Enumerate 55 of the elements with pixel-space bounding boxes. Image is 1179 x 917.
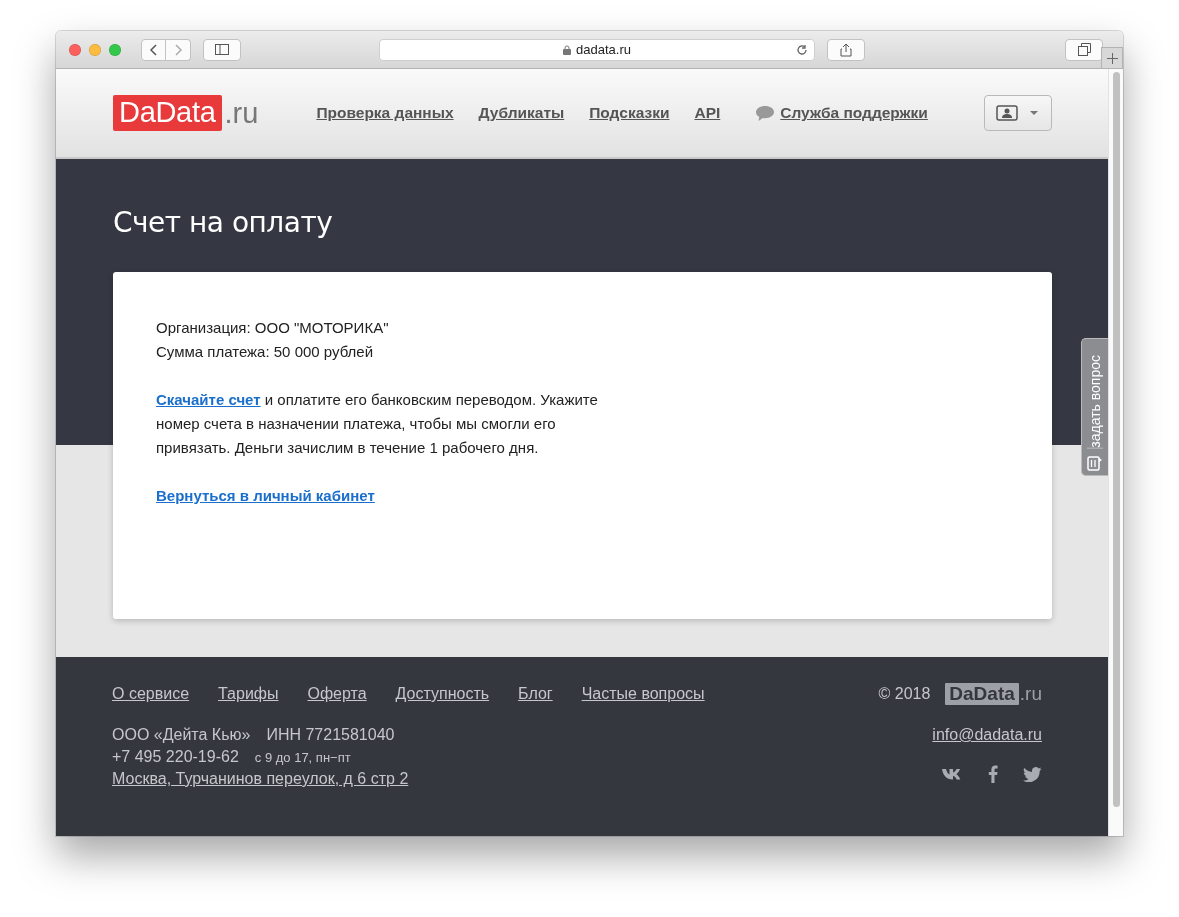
- download-invoice-link[interactable]: Скачайте счет: [156, 391, 261, 408]
- sidebar-button[interactable]: [203, 38, 241, 61]
- sidebar-icon: [215, 44, 229, 55]
- nav-link[interactable]: Подсказки: [589, 104, 670, 122]
- logo-suffix: .ru: [224, 96, 259, 130]
- back-to-account-link[interactable]: Вернуться в личный кабинет: [156, 487, 375, 504]
- address-bar[interactable]: dadata.ru: [379, 38, 815, 61]
- footer-link[interactable]: О сервисе: [112, 685, 190, 703]
- window-control-icon[interactable]: [109, 43, 121, 56]
- footer-link[interactable]: Тарифы: [218, 685, 279, 703]
- info-line: Организация: ООО "МОТОРИКА": [156, 318, 390, 338]
- footer-link[interactable]: Оферта: [307, 685, 367, 703]
- footer-link[interactable]: Частые вопросы: [581, 685, 705, 703]
- bird-icon[interactable]: [1023, 766, 1042, 782]
- info-line: Сумма платежа: 50 000 рублей: [156, 342, 375, 362]
- phone-number: +7 495 220-19-62: [112, 748, 239, 766]
- nav-link[interactable]: Дубликаты: [478, 104, 565, 122]
- lock-icon[interactable]: [563, 44, 572, 55]
- share-icon: [840, 42, 852, 57]
- email-link[interactable]: info@dadata.ru: [932, 726, 1042, 744]
- window-control-icon[interactable]: [69, 43, 81, 56]
- plus-icon: [1106, 52, 1118, 64]
- vk-icon[interactable]: [941, 767, 963, 781]
- back-button[interactable]: [141, 38, 166, 61]
- note-icon: [1087, 454, 1103, 471]
- url-text: dadata.ru: [576, 42, 631, 57]
- address-link[interactable]: Москва, Турчанинов переулок, д 6 стр 2: [112, 770, 409, 788]
- share-button[interactable]: [827, 38, 865, 61]
- tax-id: ИНН 7721581040: [266, 726, 395, 744]
- chevron-left-icon: [149, 43, 158, 56]
- page-title: Счет на оплату: [113, 205, 334, 239]
- nav-link[interactable]: API: [694, 104, 721, 122]
- facebook-icon[interactable]: [988, 765, 998, 783]
- footer-link[interactable]: Блог: [518, 685, 553, 703]
- footer-link[interactable]: Доступность: [395, 685, 490, 703]
- tabs-icon: [1077, 43, 1091, 56]
- logo[interactable]: DaData: [113, 95, 222, 131]
- caret-icon: [1030, 111, 1038, 115]
- account-menu-button[interactable]: [984, 95, 1052, 131]
- company-name: ООО «Дейта Кью»: [112, 726, 251, 744]
- feedback-tab[interactable]: задать вопрос: [1081, 338, 1108, 476]
- working-hours: с 9 до 17, пн−пт: [254, 750, 351, 765]
- nav-link[interactable]: Проверка данных: [316, 104, 454, 122]
- reload-icon[interactable]: [796, 43, 808, 56]
- nav-link[interactable]: Служба поддержки: [780, 104, 928, 122]
- new-tab-button[interactable]: [1101, 47, 1123, 69]
- scrollbar-thumb[interactable]: [1113, 72, 1120, 807]
- chevron-right-icon: [174, 43, 182, 56]
- tabs-button[interactable]: [1065, 38, 1103, 61]
- logo-suffix: .ru: [1019, 683, 1042, 705]
- payment-instructions: Скачайте счет и оплатите его банковским переводом. Укажите номер счета в назначении платежа, чтобы мы смогли его привязать. Деньги зачислим в течение 1 рабочего дня.: [156, 390, 599, 458]
- speech-bubble-icon[interactable]: [755, 104, 776, 122]
- footer-logo[interactable]: DaData: [945, 683, 1019, 705]
- user-card-icon: [996, 105, 1018, 121]
- copyright: © 2018: [878, 685, 931, 703]
